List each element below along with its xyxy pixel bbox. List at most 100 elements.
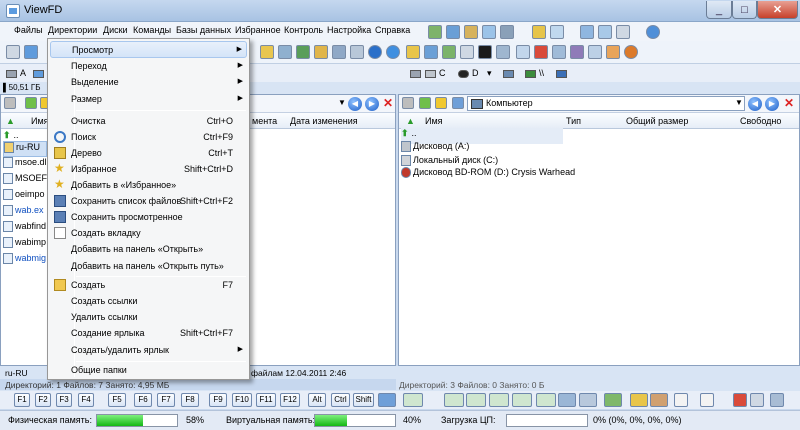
menu-item-add-open-panel[interactable]: Добавить на панель «Открыть» (50, 241, 247, 258)
tool-icon[interactable] (314, 45, 328, 59)
back-button[interactable]: ◀ (748, 97, 762, 111)
menu-favorites[interactable]: Избранное (235, 25, 281, 35)
minimize-button[interactable]: _ (706, 1, 732, 19)
tool-icon[interactable] (446, 25, 460, 39)
shift-key-button[interactable]: Shift (353, 393, 374, 407)
up-folder-icon[interactable] (419, 97, 431, 109)
close-window-button[interactable]: ✕ (757, 1, 798, 19)
globe-icon[interactable] (646, 25, 660, 39)
fkey-button[interactable]: F6 (134, 393, 152, 407)
tool-icon[interactable] (630, 393, 648, 407)
menu-files[interactable]: Файлы (14, 25, 43, 35)
col-type[interactable]: Тип (566, 116, 581, 126)
list-item[interactable]: oeimpo (3, 189, 45, 205)
tool-icon[interactable] (598, 25, 612, 39)
fkey-button[interactable]: F11 (256, 393, 276, 407)
menu-databases[interactable]: Базы данных (176, 25, 231, 35)
tool-icon[interactable] (750, 393, 764, 407)
network-drive-icon[interactable] (503, 68, 517, 78)
path-dropdown-arrow[interactable]: ▼ (735, 98, 743, 107)
tool-icon[interactable] (588, 45, 602, 59)
drive-a-right-button[interactable] (410, 68, 424, 78)
tool-icon[interactable] (700, 393, 714, 407)
tool-icon[interactable] (464, 25, 478, 39)
menu-item-add-open-path-panel[interactable]: Добавить на панель «Открыть путь» (50, 258, 247, 275)
menu-directories[interactable]: Директории (48, 25, 97, 35)
tool-icon[interactable] (6, 45, 20, 59)
menu-item-save-viewed[interactable]: Сохранить просмотренное (50, 209, 247, 226)
favorites-star-icon[interactable] (435, 97, 447, 109)
menu-item-save-file-list[interactable]: Сохранить список файлов Shift+Ctrl+F2 (50, 193, 247, 210)
tool-icon[interactable] (606, 45, 620, 59)
tool-icon[interactable] (466, 393, 486, 407)
drive-d-button[interactable]: D (458, 68, 479, 78)
back-button[interactable]: ◀ (348, 97, 362, 111)
menu-item-shared-folders[interactable]: Общие папки (50, 362, 247, 379)
menu-item-toggle-shortcut[interactable]: Создать/удалить ярлык ▶ (50, 342, 247, 359)
tool-icon[interactable] (442, 45, 456, 59)
tool-icon[interactable] (500, 25, 514, 39)
list-item[interactable]: wabfind (3, 221, 46, 237)
menu-item-add-favorites[interactable]: ★ Добавить в «Избранное» (50, 177, 247, 194)
col-name[interactable]: Имя (31, 116, 49, 126)
menu-item-create[interactable]: Создать F7 (50, 277, 247, 294)
firefox-icon[interactable] (624, 45, 638, 59)
forward-button[interactable]: ▶ (765, 97, 779, 111)
tool-icon[interactable] (552, 45, 566, 59)
tool-icon[interactable] (570, 45, 584, 59)
tool-icon[interactable] (24, 45, 38, 59)
drive-dropdown[interactable]: ▾ (487, 68, 492, 79)
tool-icon[interactable] (296, 45, 310, 59)
tool-icon[interactable] (536, 393, 556, 407)
right-path-input[interactable]: Компьютер (467, 96, 745, 111)
fkey-button[interactable]: F2 (35, 393, 51, 407)
network-button[interactable]: \\ (525, 68, 544, 78)
menu-disks[interactable]: Диски (103, 25, 128, 35)
tool-icon[interactable] (579, 393, 597, 407)
tool-icon[interactable] (674, 393, 688, 407)
list-item[interactable]: Дисковод BD-ROM (D:) Crysis Warhead (401, 167, 575, 183)
menu-item-search[interactable]: Поиск Ctrl+F9 (50, 129, 247, 146)
ctrl-key-button[interactable]: Ctrl (331, 393, 350, 407)
tool-icon[interactable] (386, 45, 400, 59)
menu-item-go[interactable]: Переход ▶ (50, 58, 247, 75)
forward-button[interactable]: ▶ (365, 97, 379, 111)
tool-icon[interactable] (403, 393, 423, 407)
tool-icon[interactable] (512, 393, 532, 407)
fkey-button[interactable]: F7 (157, 393, 175, 407)
drive-icon[interactable] (402, 97, 414, 109)
menu-item-favorites[interactable]: ★ Избранное Shift+Ctrl+D (50, 161, 247, 178)
tool-icon[interactable] (489, 393, 509, 407)
tool-icon[interactable] (368, 45, 382, 59)
tool-icon[interactable] (460, 45, 474, 59)
menu-item-select[interactable]: Выделение ▶ (50, 74, 247, 91)
close-path-button[interactable]: ✕ (783, 97, 795, 110)
list-item[interactable]: ru-RU (3, 141, 47, 157)
tool-icon[interactable] (444, 393, 464, 407)
fkey-button[interactable]: F10 (232, 393, 252, 407)
refresh-icon[interactable] (452, 97, 464, 109)
menu-control[interactable]: Контроль (284, 25, 323, 35)
menu-item-delete-links[interactable]: Удалить ссылки (50, 309, 247, 326)
tool-icon[interactable] (350, 45, 364, 59)
alt-key-button[interactable]: Alt (308, 393, 326, 407)
fkey-button[interactable]: F12 (280, 393, 300, 407)
menu-item-new-tab[interactable]: Создать вкладку (50, 225, 247, 242)
list-item[interactable]: wabmig (3, 253, 46, 269)
list-item[interactable]: wabimp (3, 237, 46, 253)
menu-item-clear[interactable]: Очистка Ctrl+O (50, 113, 247, 130)
tool-icon[interactable] (406, 45, 420, 59)
tool-icon[interactable] (332, 45, 346, 59)
tool-icon[interactable] (424, 45, 438, 59)
close-path-button[interactable]: ✕ (382, 97, 394, 110)
tool-icon[interactable] (650, 393, 668, 407)
tool-icon[interactable] (770, 393, 784, 407)
fkey-button[interactable]: F8 (181, 393, 199, 407)
col-partial[interactable]: мента (252, 116, 277, 126)
maximize-button[interactable]: □ (732, 1, 757, 19)
col-total-size[interactable]: Общий размер (626, 116, 688, 126)
drive-c-button[interactable]: C (425, 68, 446, 78)
tool-icon[interactable] (496, 45, 510, 59)
tool-icon[interactable] (478, 45, 492, 59)
col-name[interactable]: Имя (425, 116, 443, 126)
